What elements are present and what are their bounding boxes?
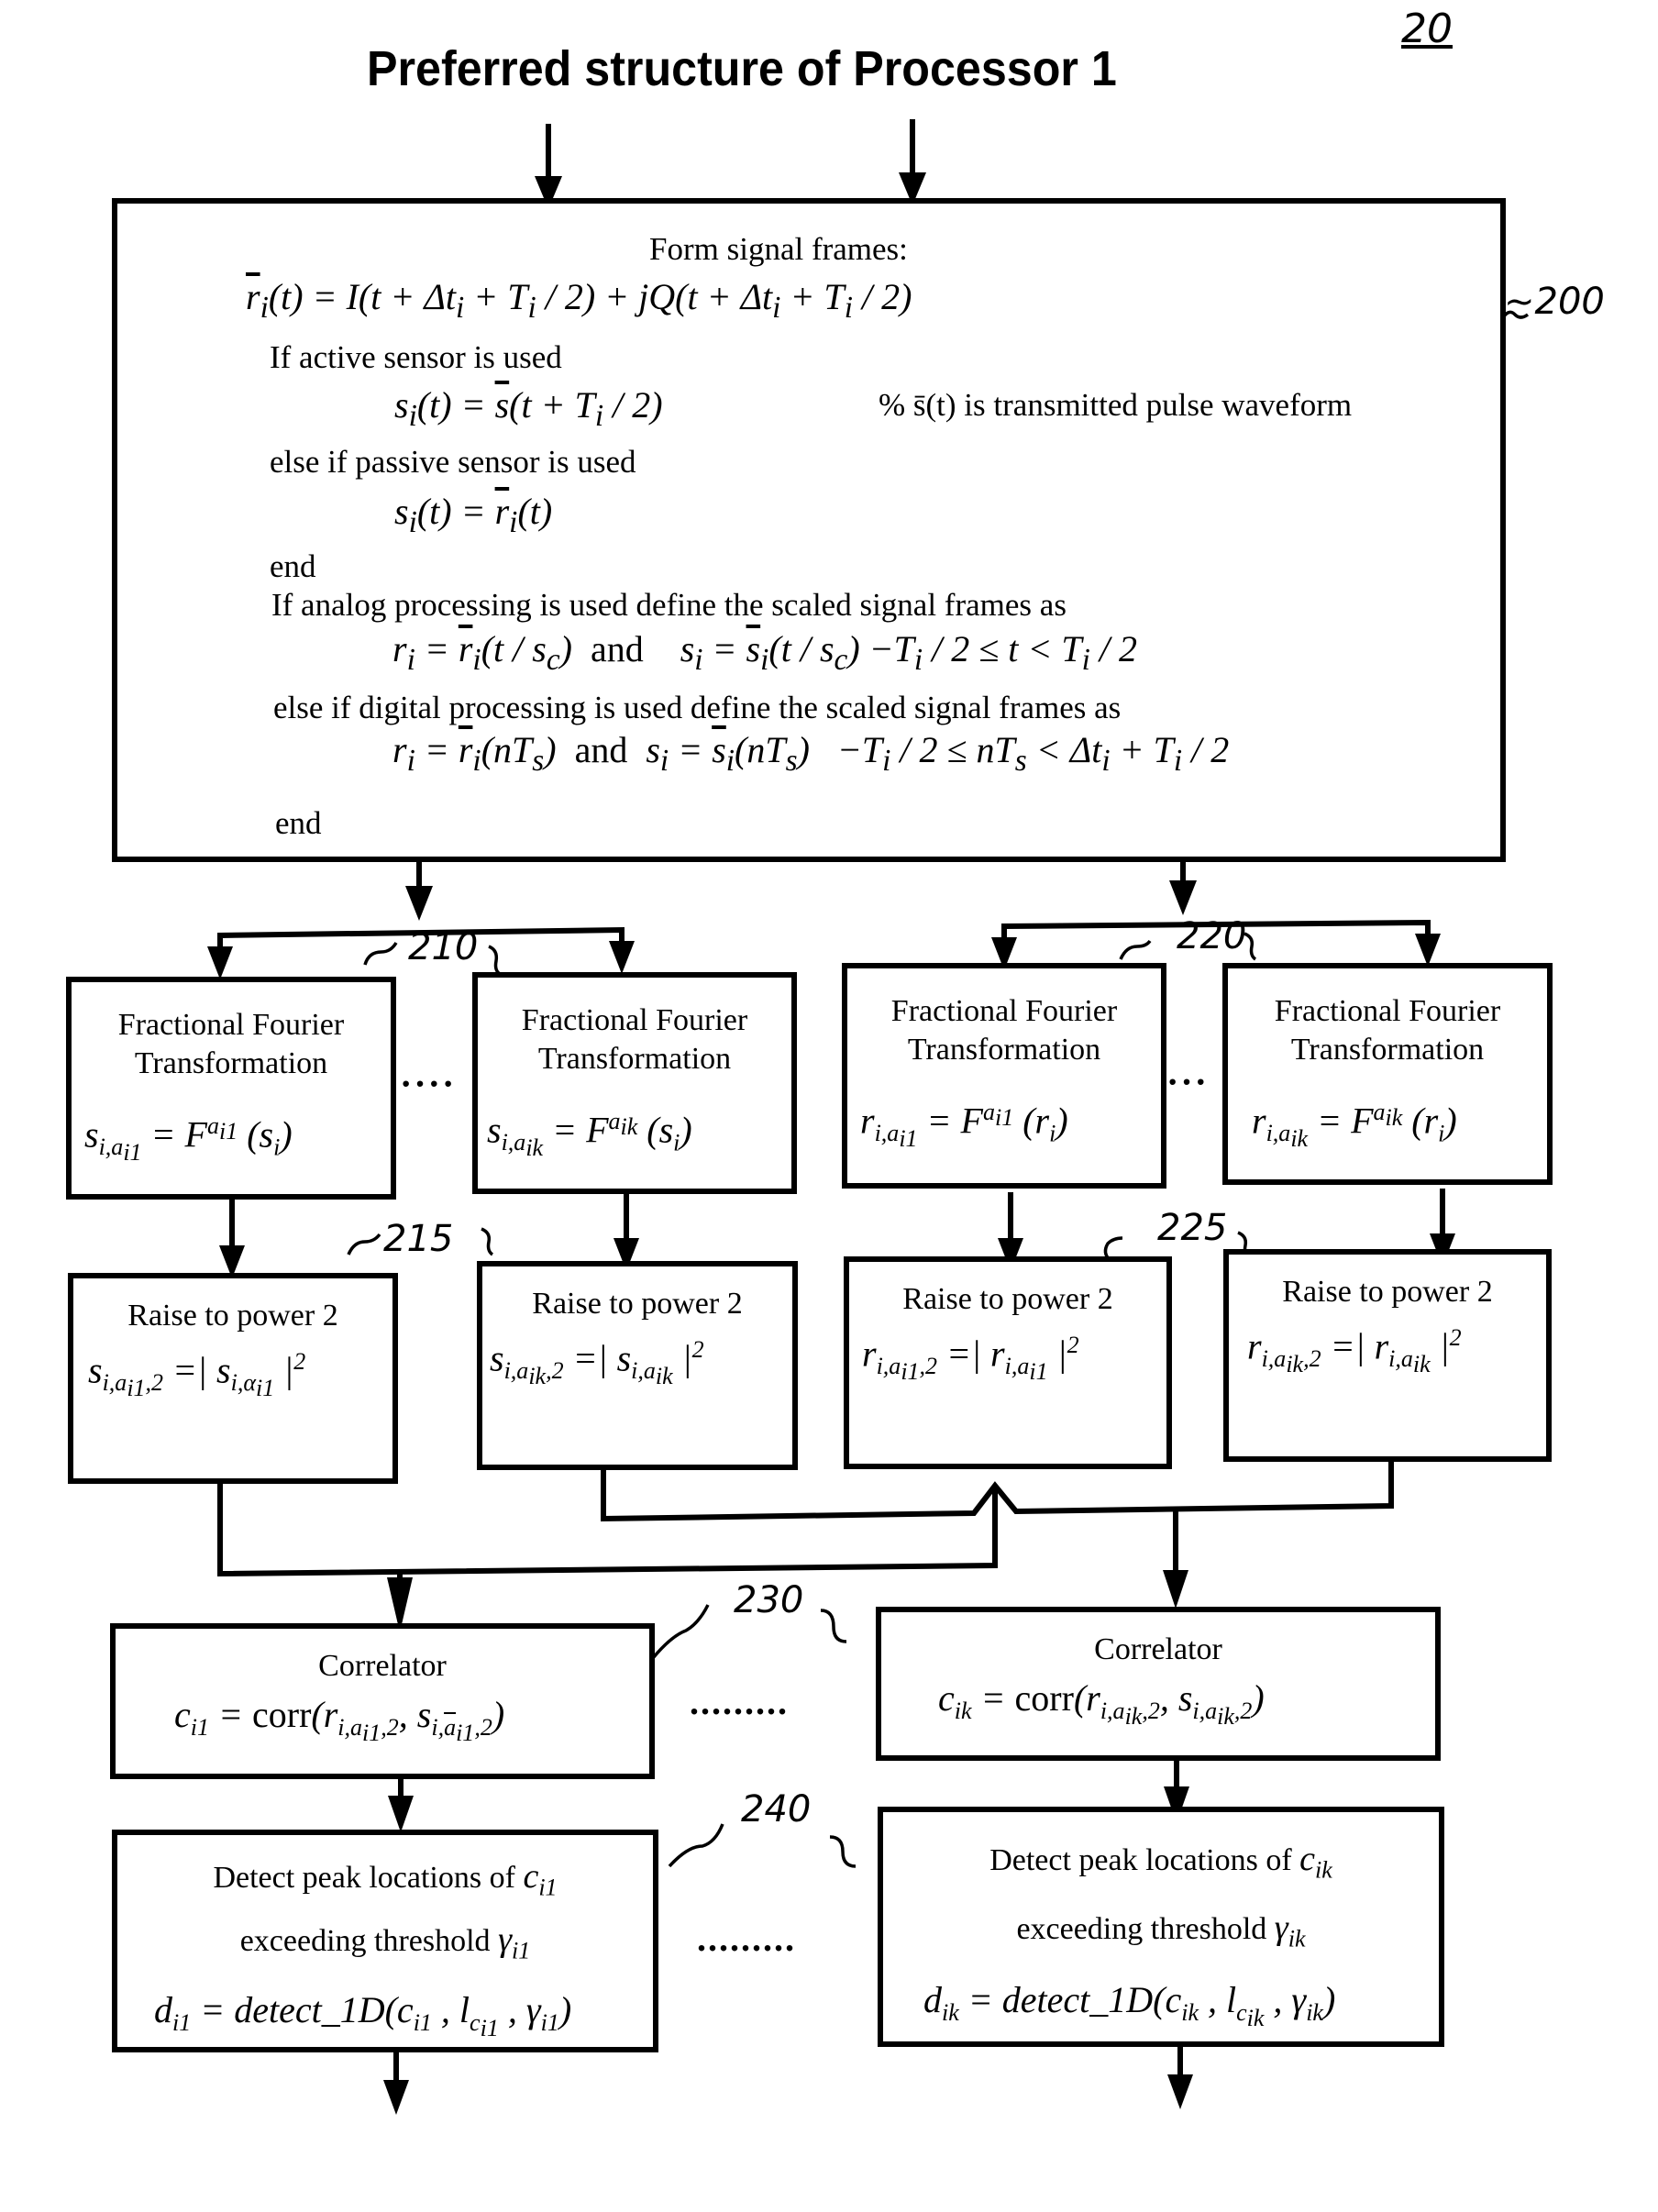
leader-215b: [481, 1227, 494, 1256]
leader-230: [651, 1604, 710, 1660]
leader-210b: [488, 945, 502, 976]
ref-230: 230: [734, 1579, 804, 1621]
frft-eq: ri,aik = Faik (ri): [1252, 1099, 1457, 1153]
arrowhead: [1167, 2074, 1193, 2109]
eq-digital: ri = ri(nTs) and si = si(nTs) −Ti / 2 ≤ …: [392, 729, 1230, 778]
ellipsis-detector: .........: [697, 1918, 796, 1959]
else-passive-text: else if passive sensor is used: [270, 444, 636, 480]
power-block-r-ik: Raise to power 2 ri,aik,2 =| ri,aik |2: [1223, 1249, 1552, 1462]
form-signal-frames-block: Form signal frames: ri(t) = I(t + Δti + …: [112, 198, 1506, 862]
if-analog-text: If analog processing is used define the …: [271, 587, 1067, 623]
leader-240b: [829, 1835, 857, 1868]
pulse-comment: % s̄(t) is transmitted pulse waveform: [879, 387, 1353, 423]
end-text-2: end: [275, 805, 322, 841]
power-block-s-i1: Raise to power 2 si,ai1,2 =| si,αi1 |2: [68, 1273, 398, 1484]
eq-s-passive: si(t) = ri(t): [394, 491, 553, 539]
arrowhead: [405, 886, 433, 921]
frft-eq: si,ai1 = Fai1 (si): [84, 1112, 293, 1167]
ref-215: 215: [383, 1218, 454, 1260]
arrowhead: [383, 2080, 409, 2115]
if-active-text: If active sensor is used: [270, 339, 562, 375]
eq-analog: ri = ri(t / sc) and si = si(t / sc) −Ti …: [392, 628, 1137, 677]
ellipsis-frft-r: ···: [1166, 1061, 1210, 1102]
correlator-block-ik: Correlator cik = corr(ri,aik,2, si,aik,2…: [876, 1607, 1441, 1761]
leader-220: [1119, 939, 1152, 960]
correlator-eq: cik = corr(ri,aik,2, si,aik,2): [938, 1677, 1265, 1731]
correlator-block-i1: Correlator ci1 = corr(ri,ai1,2, si,ai1,2…: [110, 1623, 655, 1779]
leader-210: [363, 942, 398, 966]
correlator-eq: ci1 = corr(ri,ai1,2, si,ai1,2): [174, 1694, 505, 1747]
frft-block-s-ik: Fractional Fourier Transformation si,aik…: [472, 972, 797, 1194]
frame-heading: Form signal frames:: [649, 231, 908, 267]
eq-s-active: si(t) = s(t + Ti / 2): [394, 384, 663, 433]
ref-210: 210: [408, 926, 479, 968]
leader-240: [668, 1823, 724, 1868]
frft-eq: ri,ai1 = Fai1 (ri): [860, 1099, 1068, 1153]
detector-block-ik: Detect peak locations of cik exceeding t…: [878, 1807, 1444, 2047]
figure-title: Preferred structure of Processor 1: [367, 41, 1117, 96]
ref-240: 240: [741, 1788, 812, 1830]
ref-200: ~200: [1504, 281, 1605, 323]
ellipsis-correlator: .........: [690, 1681, 789, 1722]
arrowhead: [609, 941, 635, 974]
arrowhead: [1169, 880, 1197, 915]
power-eq: si,ai1,2 =| si,αi1 |2: [88, 1348, 306, 1402]
frft-block-r-ik: Fractional Fourier Transformation ri,aik…: [1222, 963, 1553, 1185]
else-digital-text: else if digital processing is used defin…: [273, 690, 1122, 725]
figure-number: 20: [1401, 6, 1453, 52]
power-eq: ri,ai1,2 =| ri,ai1 |2: [862, 1332, 1079, 1386]
frft-block-r-i1: Fractional Fourier Transformation ri,ai1…: [842, 963, 1166, 1189]
power-eq: ri,aik,2 =| ri,aik |2: [1247, 1324, 1462, 1378]
frft-block-s-i1: Fractional Fourier Transformation si,ai1…: [66, 977, 396, 1200]
arrowhead: [388, 1796, 414, 1832]
power-block-r-i1: Raise to power 2 ri,ai1,2 =| ri,ai1 |2: [844, 1256, 1172, 1469]
detector-eq: di1 = detect_1D(ci1 , lci1 , γi1): [154, 1989, 572, 2042]
detector-block-i1: Detect peak locations of ci1 exceeding t…: [112, 1830, 658, 2052]
frft-eq: si,aik = Faik (si): [487, 1108, 692, 1162]
end-text-1: end: [270, 548, 316, 584]
ref-220: 220: [1177, 915, 1247, 957]
detector-eq: dik = detect_1D(cik , lcik , γik): [923, 1979, 1336, 2032]
power-eq: si,aik,2 =| si,aik |2: [490, 1336, 704, 1390]
eq-r-bar: ri(t) = I(t + Δti + Ti / 2) + jQ(t + Δti…: [246, 276, 912, 325]
arrowhead: [1415, 934, 1441, 967]
leader-215: [347, 1233, 381, 1255]
ref-225: 225: [1157, 1207, 1228, 1249]
leader-230b: [820, 1609, 847, 1643]
arrowhead: [207, 946, 233, 979]
arrowhead: [1163, 1570, 1188, 1609]
ellipsis-frft-s: ····: [400, 1063, 457, 1104]
power-block-s-ik: Raise to power 2 si,aik,2 =| si,aik |2: [477, 1261, 798, 1470]
